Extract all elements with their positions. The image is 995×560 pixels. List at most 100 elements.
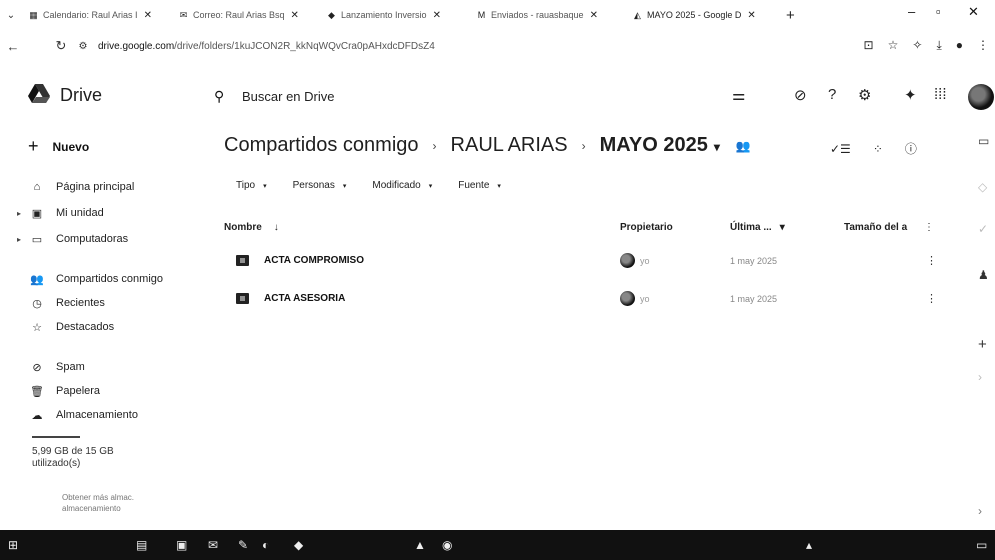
file-explorer-icon[interactable]: ▣: [176, 538, 187, 552]
filter-chips: Tipo ▾ Personas ▾ Modificado ▾ Fuente ▾: [236, 180, 501, 191]
table-row[interactable]: ACTA COMPROMISO yo 1 may 2025 ⋮: [224, 248, 944, 276]
drive-logo-icon[interactable]: [28, 84, 50, 104]
cast-icon[interactable]: ⊡: [864, 38, 874, 53]
shared-folder-icon[interactable]: 👥: [736, 139, 751, 153]
minimize-icon[interactable]: –: [908, 4, 915, 19]
sidebar-item-home[interactable]: ⌂ Página principal: [30, 178, 135, 196]
close-tab-icon[interactable]: ✕: [590, 10, 598, 21]
filter-modified[interactable]: Modificado ▾: [372, 180, 432, 191]
add-app-icon[interactable]: +: [978, 336, 987, 353]
offline-status-icon[interactable]: ⊘: [794, 86, 807, 104]
search-bar[interactable]: ⚲: [214, 80, 734, 112]
taskbar-app-icon[interactable]: ◉: [442, 538, 452, 552]
hide-panel-icon[interactable]: ›: [978, 370, 982, 384]
extensions-icon[interactable]: ✧: [912, 38, 922, 53]
close-tab-icon[interactable]: ✕: [747, 10, 755, 21]
new-button-label: Nuevo: [52, 139, 90, 154]
close-tab-icon[interactable]: ✕: [433, 10, 441, 21]
sidebar-item-starred[interactable]: ☆ Destacados: [30, 318, 114, 336]
maximize-icon[interactable]: ▫: [936, 4, 941, 19]
current-folder-label: MAYO 2025: [599, 134, 708, 156]
new-button[interactable]: + Nuevo: [28, 136, 89, 157]
list-view-toggle-icon[interactable]: ✓☰: [830, 142, 851, 156]
column-modified-header[interactable]: Última ... ▾: [730, 222, 785, 233]
notifications-icon[interactable]: ▭: [976, 538, 987, 552]
breadcrumb-shared[interactable]: Compartidos conmigo: [224, 134, 419, 157]
sidebar-item-shared[interactable]: 👥 Compartidos conmigo: [30, 270, 163, 288]
taskbar-app-icon[interactable]: ◆: [294, 538, 303, 552]
gemini-sparkle-icon[interactable]: ✦: [904, 86, 917, 104]
cloud-icon: ☁: [31, 409, 43, 422]
tasks-app-icon[interactable]: ✓: [978, 222, 988, 236]
more-actions-icon[interactable]: ⋮: [926, 292, 937, 305]
chevron-right-icon: ›: [432, 138, 437, 153]
spam-icon: ⊘: [32, 361, 42, 374]
sidebar-item-computers[interactable]: ▸ ▭ Computadoras: [17, 230, 128, 248]
more-actions-icon[interactable]: ⋮: [926, 254, 937, 267]
column-options-icon[interactable]: ⋮: [924, 222, 934, 233]
sidebar-item-label: Recientes: [56, 297, 105, 309]
filter-people[interactable]: Personas ▾: [293, 180, 347, 191]
column-name-header[interactable]: Nombre ↓: [224, 222, 279, 233]
start-menu-icon[interactable]: ⊞: [8, 538, 18, 552]
calendar-app-icon[interactable]: ▭: [978, 134, 989, 148]
account-avatar[interactable]: [968, 84, 994, 110]
edge-browser-icon[interactable]: ◐: [262, 538, 269, 552]
grid-view-toggle-icon[interactable]: ⁘: [873, 142, 883, 156]
search-icon[interactable]: ⚲: [214, 88, 234, 105]
sidebar-item-storage[interactable]: ☁ Almacenamiento: [30, 406, 138, 424]
search-options-icon[interactable]: ⚌: [732, 86, 745, 104]
column-size-header[interactable]: Tamaño del a: [844, 222, 907, 233]
taskbar-app-icon[interactable]: ✎: [238, 538, 248, 552]
table-row[interactable]: ACTA ASESORIA yo 1 may 2025 ⋮: [224, 286, 944, 314]
breadcrumb-raul-arias[interactable]: RAUL ARIAS: [451, 134, 568, 157]
bookmark-star-icon[interactable]: ☆: [888, 38, 899, 53]
keep-app-icon[interactable]: ◇: [978, 180, 987, 194]
breadcrumb-current-folder[interactable]: MAYO 2025 ▾: [600, 134, 720, 157]
browser-menu-icon[interactable]: ⋮: [977, 38, 989, 53]
sidebar-item-recent[interactable]: ◷ Recientes: [30, 294, 105, 312]
sidebar-item-label: Destacados: [56, 321, 115, 333]
close-tab-icon[interactable]: ✕: [144, 10, 152, 21]
site-info-icon[interactable]: ⚙: [74, 41, 92, 52]
apps-grid-icon[interactable]: ⁞⁞⁞: [934, 86, 947, 103]
new-tab-icon[interactable]: +: [786, 7, 795, 24]
settings-gear-icon[interactable]: ⚙: [858, 86, 871, 104]
tab-search-icon[interactable]: ⌄: [0, 10, 22, 21]
reload-icon[interactable]: ↻: [48, 38, 74, 54]
task-view-icon[interactable]: ▤: [136, 538, 147, 552]
column-owner-header[interactable]: Propietario: [620, 222, 673, 233]
back-icon[interactable]: ←: [0, 39, 26, 54]
sidebar-item-label: Página principal: [56, 181, 135, 193]
expand-panel-icon[interactable]: ›: [978, 504, 982, 518]
storage-note-line: Obtener más almac.: [62, 493, 135, 502]
home-icon: ⌂: [33, 181, 41, 193]
expand-caret-icon[interactable]: ▸: [17, 209, 21, 218]
taskbar-app-icon[interactable]: ▲: [414, 538, 426, 552]
filter-source[interactable]: Fuente ▾: [458, 180, 501, 191]
filter-type[interactable]: Tipo ▾: [236, 180, 267, 191]
network-icon[interactable]: ▴: [806, 538, 812, 552]
browser-tab-lanzamiento[interactable]: ◆ Lanzamiento Inversio ✕: [320, 4, 470, 26]
browser-tab-mail[interactable]: ✉ Correo: Raul Arias Bsq ✕: [172, 4, 320, 26]
close-window-icon[interactable]: ✕: [968, 4, 979, 20]
sidebar-item-spam[interactable]: ⊘ Spam: [30, 358, 84, 376]
close-tab-icon[interactable]: ✕: [291, 10, 299, 21]
browser-tab-drive[interactable]: ◭ MAYO 2025 - Google D ✕: [626, 4, 780, 26]
download-icon[interactable]: ⤓: [936, 38, 941, 53]
get-more-storage-link[interactable]: Obtener más almac. almacenamiento: [62, 492, 134, 514]
help-icon[interactable]: ?: [828, 86, 836, 103]
contacts-app-icon[interactable]: ♟: [978, 268, 989, 282]
profile-icon[interactable]: ●: [956, 38, 963, 53]
search-input[interactable]: [242, 88, 542, 104]
expand-caret-icon[interactable]: ▸: [17, 235, 21, 244]
details-info-icon[interactable]: ⓘ: [905, 140, 917, 157]
sidebar-item-trash[interactable]: 🗑 Papelera: [30, 382, 100, 400]
sidebar-item-my-drive[interactable]: ▸ ▣ Mi unidad: [17, 204, 104, 222]
browser-tab-gmail[interactable]: M Enviados - rauasbaque ✕: [470, 4, 626, 26]
browser-tab-calendar[interactable]: ▦ Calendario: Raul Arias I ✕: [22, 4, 172, 26]
mail-app-icon[interactable]: ✉: [208, 538, 218, 552]
url-field[interactable]: drive.google.com/drive/folders/1kuJCON2R…: [98, 41, 435, 52]
sort-arrow-down-icon[interactable]: ↓: [274, 222, 279, 233]
drive-brand[interactable]: Drive: [60, 85, 102, 106]
